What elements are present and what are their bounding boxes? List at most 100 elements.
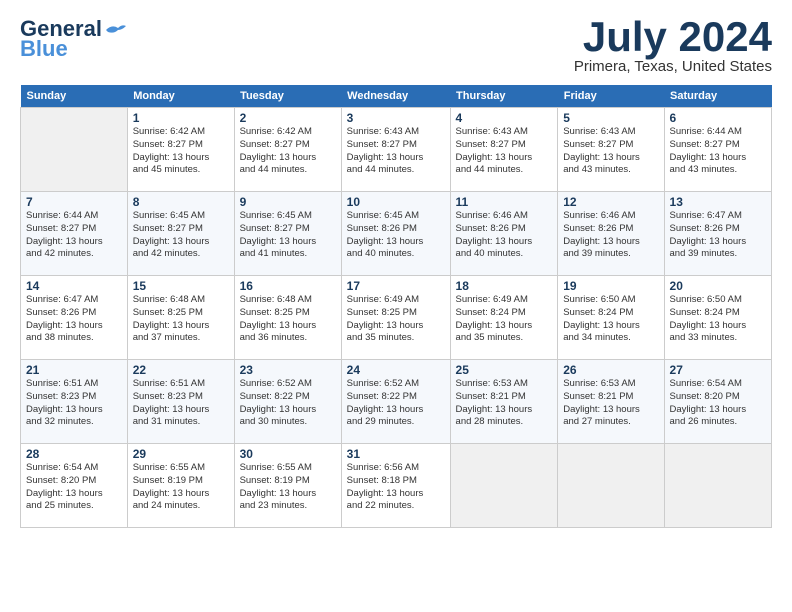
day-number: 15 bbox=[133, 279, 229, 293]
day-number: 26 bbox=[563, 363, 658, 377]
day-info: Sunrise: 6:44 AM Sunset: 8:27 PM Dayligh… bbox=[26, 210, 122, 261]
day-number: 20 bbox=[670, 279, 766, 293]
day-info: Sunrise: 6:47 AM Sunset: 8:26 PM Dayligh… bbox=[670, 210, 766, 261]
calendar-cell-3-3: 24Sunrise: 6:52 AM Sunset: 8:22 PM Dayli… bbox=[341, 360, 450, 444]
location-title: Primera, Texas, United States bbox=[574, 58, 772, 75]
calendar-cell-2-5: 19Sunrise: 6:50 AM Sunset: 8:24 PM Dayli… bbox=[558, 276, 664, 360]
day-number: 9 bbox=[240, 195, 336, 209]
day-number: 7 bbox=[26, 195, 122, 209]
day-info: Sunrise: 6:45 AM Sunset: 8:27 PM Dayligh… bbox=[240, 210, 336, 261]
header-monday: Monday bbox=[127, 85, 234, 108]
calendar-cell-0-6: 6Sunrise: 6:44 AM Sunset: 8:27 PM Daylig… bbox=[664, 108, 771, 192]
calendar-table: Sunday Monday Tuesday Wednesday Thursday… bbox=[20, 85, 772, 528]
day-info: Sunrise: 6:53 AM Sunset: 8:21 PM Dayligh… bbox=[456, 378, 553, 429]
day-number: 6 bbox=[670, 111, 766, 125]
day-number: 12 bbox=[563, 195, 658, 209]
logo-bird-icon bbox=[104, 22, 126, 38]
day-info: Sunrise: 6:48 AM Sunset: 8:25 PM Dayligh… bbox=[133, 294, 229, 345]
day-info: Sunrise: 6:52 AM Sunset: 8:22 PM Dayligh… bbox=[240, 378, 336, 429]
day-number: 10 bbox=[347, 195, 445, 209]
calendar-cell-2-1: 15Sunrise: 6:48 AM Sunset: 8:25 PM Dayli… bbox=[127, 276, 234, 360]
calendar-cell-2-4: 18Sunrise: 6:49 AM Sunset: 8:24 PM Dayli… bbox=[450, 276, 558, 360]
day-number: 3 bbox=[347, 111, 445, 125]
calendar-cell-4-3: 31Sunrise: 6:56 AM Sunset: 8:18 PM Dayli… bbox=[341, 444, 450, 528]
day-number: 19 bbox=[563, 279, 658, 293]
day-number: 5 bbox=[563, 111, 658, 125]
week-row-1: 7Sunrise: 6:44 AM Sunset: 8:27 PM Daylig… bbox=[21, 192, 772, 276]
calendar-cell-3-5: 26Sunrise: 6:53 AM Sunset: 8:21 PM Dayli… bbox=[558, 360, 664, 444]
day-number: 13 bbox=[670, 195, 766, 209]
day-info: Sunrise: 6:51 AM Sunset: 8:23 PM Dayligh… bbox=[133, 378, 229, 429]
main-container: General Blue July 2024 Primera, Texas, U… bbox=[0, 0, 792, 538]
day-info: Sunrise: 6:55 AM Sunset: 8:19 PM Dayligh… bbox=[240, 462, 336, 513]
day-number: 21 bbox=[26, 363, 122, 377]
calendar-cell-2-6: 20Sunrise: 6:50 AM Sunset: 8:24 PM Dayli… bbox=[664, 276, 771, 360]
day-info: Sunrise: 6:42 AM Sunset: 8:27 PM Dayligh… bbox=[133, 126, 229, 177]
week-row-2: 14Sunrise: 6:47 AM Sunset: 8:26 PM Dayli… bbox=[21, 276, 772, 360]
calendar-cell-3-2: 23Sunrise: 6:52 AM Sunset: 8:22 PM Dayli… bbox=[234, 360, 341, 444]
calendar-cell-2-3: 17Sunrise: 6:49 AM Sunset: 8:25 PM Dayli… bbox=[341, 276, 450, 360]
day-info: Sunrise: 6:48 AM Sunset: 8:25 PM Dayligh… bbox=[240, 294, 336, 345]
day-info: Sunrise: 6:45 AM Sunset: 8:27 PM Dayligh… bbox=[133, 210, 229, 261]
calendar-cell-3-0: 21Sunrise: 6:51 AM Sunset: 8:23 PM Dayli… bbox=[21, 360, 128, 444]
header-sunday: Sunday bbox=[21, 85, 128, 108]
day-info: Sunrise: 6:43 AM Sunset: 8:27 PM Dayligh… bbox=[563, 126, 658, 177]
day-number: 24 bbox=[347, 363, 445, 377]
day-info: Sunrise: 6:49 AM Sunset: 8:24 PM Dayligh… bbox=[456, 294, 553, 345]
calendar-cell-1-5: 12Sunrise: 6:46 AM Sunset: 8:26 PM Dayli… bbox=[558, 192, 664, 276]
calendar-cell-1-3: 10Sunrise: 6:45 AM Sunset: 8:26 PM Dayli… bbox=[341, 192, 450, 276]
day-number: 17 bbox=[347, 279, 445, 293]
day-number: 14 bbox=[26, 279, 122, 293]
day-info: Sunrise: 6:50 AM Sunset: 8:24 PM Dayligh… bbox=[670, 294, 766, 345]
calendar-cell-0-1: 1Sunrise: 6:42 AM Sunset: 8:27 PM Daylig… bbox=[127, 108, 234, 192]
calendar-cell-4-5 bbox=[558, 444, 664, 528]
calendar-cell-3-1: 22Sunrise: 6:51 AM Sunset: 8:23 PM Dayli… bbox=[127, 360, 234, 444]
calendar-cell-1-2: 9Sunrise: 6:45 AM Sunset: 8:27 PM Daylig… bbox=[234, 192, 341, 276]
day-info: Sunrise: 6:54 AM Sunset: 8:20 PM Dayligh… bbox=[26, 462, 122, 513]
day-info: Sunrise: 6:44 AM Sunset: 8:27 PM Dayligh… bbox=[670, 126, 766, 177]
header-tuesday: Tuesday bbox=[234, 85, 341, 108]
calendar-cell-4-1: 29Sunrise: 6:55 AM Sunset: 8:19 PM Dayli… bbox=[127, 444, 234, 528]
calendar-cell-1-0: 7Sunrise: 6:44 AM Sunset: 8:27 PM Daylig… bbox=[21, 192, 128, 276]
day-info: Sunrise: 6:52 AM Sunset: 8:22 PM Dayligh… bbox=[347, 378, 445, 429]
calendar-cell-0-3: 3Sunrise: 6:43 AM Sunset: 8:27 PM Daylig… bbox=[341, 108, 450, 192]
day-info: Sunrise: 6:50 AM Sunset: 8:24 PM Dayligh… bbox=[563, 294, 658, 345]
calendar-cell-1-1: 8Sunrise: 6:45 AM Sunset: 8:27 PM Daylig… bbox=[127, 192, 234, 276]
header-row: Sunday Monday Tuesday Wednesday Thursday… bbox=[21, 85, 772, 108]
day-info: Sunrise: 6:43 AM Sunset: 8:27 PM Dayligh… bbox=[456, 126, 553, 177]
logo: General Blue bbox=[20, 16, 126, 62]
calendar-cell-0-2: 2Sunrise: 6:42 AM Sunset: 8:27 PM Daylig… bbox=[234, 108, 341, 192]
day-number: 23 bbox=[240, 363, 336, 377]
day-number: 25 bbox=[456, 363, 553, 377]
calendar-cell-0-5: 5Sunrise: 6:43 AM Sunset: 8:27 PM Daylig… bbox=[558, 108, 664, 192]
day-number: 11 bbox=[456, 195, 553, 209]
header-wednesday: Wednesday bbox=[341, 85, 450, 108]
day-number: 4 bbox=[456, 111, 553, 125]
day-info: Sunrise: 6:51 AM Sunset: 8:23 PM Dayligh… bbox=[26, 378, 122, 429]
day-info: Sunrise: 6:53 AM Sunset: 8:21 PM Dayligh… bbox=[563, 378, 658, 429]
calendar-cell-4-0: 28Sunrise: 6:54 AM Sunset: 8:20 PM Dayli… bbox=[21, 444, 128, 528]
day-info: Sunrise: 6:46 AM Sunset: 8:26 PM Dayligh… bbox=[563, 210, 658, 261]
day-number: 29 bbox=[133, 447, 229, 461]
day-info: Sunrise: 6:56 AM Sunset: 8:18 PM Dayligh… bbox=[347, 462, 445, 513]
day-number: 1 bbox=[133, 111, 229, 125]
calendar-cell-3-6: 27Sunrise: 6:54 AM Sunset: 8:20 PM Dayli… bbox=[664, 360, 771, 444]
day-info: Sunrise: 6:55 AM Sunset: 8:19 PM Dayligh… bbox=[133, 462, 229, 513]
calendar-cell-0-4: 4Sunrise: 6:43 AM Sunset: 8:27 PM Daylig… bbox=[450, 108, 558, 192]
title-section: July 2024 Primera, Texas, United States bbox=[574, 16, 772, 75]
logo-blue: Blue bbox=[20, 36, 68, 62]
month-title: July 2024 bbox=[574, 16, 772, 58]
calendar-cell-4-6 bbox=[664, 444, 771, 528]
day-number: 8 bbox=[133, 195, 229, 209]
day-info: Sunrise: 6:42 AM Sunset: 8:27 PM Dayligh… bbox=[240, 126, 336, 177]
day-info: Sunrise: 6:49 AM Sunset: 8:25 PM Dayligh… bbox=[347, 294, 445, 345]
calendar-body: 1Sunrise: 6:42 AM Sunset: 8:27 PM Daylig… bbox=[21, 108, 772, 528]
day-number: 30 bbox=[240, 447, 336, 461]
calendar-cell-2-2: 16Sunrise: 6:48 AM Sunset: 8:25 PM Dayli… bbox=[234, 276, 341, 360]
header: General Blue July 2024 Primera, Texas, U… bbox=[20, 16, 772, 75]
calendar-cell-1-6: 13Sunrise: 6:47 AM Sunset: 8:26 PM Dayli… bbox=[664, 192, 771, 276]
week-row-3: 21Sunrise: 6:51 AM Sunset: 8:23 PM Dayli… bbox=[21, 360, 772, 444]
day-number: 27 bbox=[670, 363, 766, 377]
day-number: 22 bbox=[133, 363, 229, 377]
header-saturday: Saturday bbox=[664, 85, 771, 108]
